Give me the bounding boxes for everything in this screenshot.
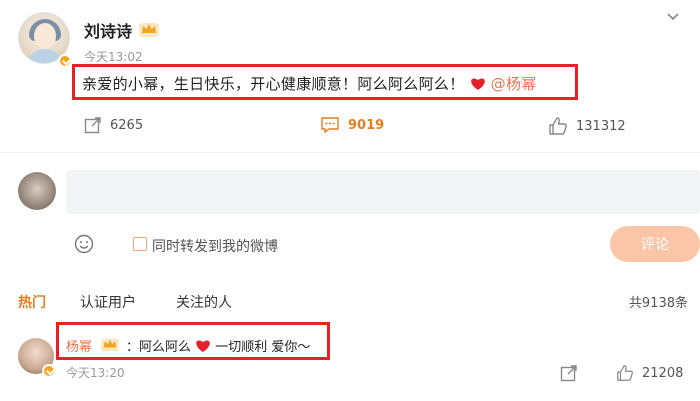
- like-icon: [617, 365, 633, 381]
- comment-count: 9019: [348, 117, 385, 133]
- submit-comment-button[interactable]: 评论: [610, 226, 700, 262]
- more-chevron-icon[interactable]: [666, 12, 680, 22]
- mention-link[interactable]: @杨幂: [491, 75, 537, 93]
- emoji-icon[interactable]: [74, 234, 94, 254]
- tab-following[interactable]: 关注的人: [176, 292, 232, 312]
- repost-button[interactable]: 6265: [84, 116, 143, 134]
- reply-body-start: ：阿么阿么: [126, 340, 192, 355]
- reply-like-count: 21208: [642, 365, 684, 381]
- repost-count: 6265: [110, 117, 144, 133]
- like-button[interactable]: 131312: [548, 116, 626, 136]
- verified-badge-icon: [42, 364, 56, 378]
- divider: [0, 152, 700, 153]
- comment-icon: [321, 117, 339, 134]
- crown-icon: [101, 338, 119, 352]
- tab-verified-users[interactable]: 认证用户: [80, 292, 136, 312]
- reply-share-icon[interactable]: [560, 364, 578, 382]
- post-timestamp: 今天13:02: [84, 50, 143, 64]
- heart-icon: [196, 340, 210, 352]
- verified-badge-icon: [58, 54, 72, 68]
- repost-checkbox[interactable]: [133, 237, 147, 251]
- reply-like-button[interactable]: 21208: [616, 364, 683, 382]
- total-comments: 共9138条: [628, 296, 688, 311]
- repost-icon: [84, 117, 101, 134]
- tab-hot[interactable]: 热门: [18, 292, 46, 312]
- comment-button[interactable]: 9019: [320, 116, 384, 134]
- comment-input[interactable]: [66, 170, 700, 214]
- post-text: 亲爱的小幂，生日快乐，开心健康顺意！阿么阿么阿么！ @杨幂: [82, 73, 537, 94]
- crown-icon: [139, 23, 159, 37]
- post-author-name[interactable]: 刘诗诗: [84, 18, 132, 42]
- like-icon: [549, 117, 567, 135]
- repost-checkbox-label[interactable]: 同时转发到我的微博: [152, 236, 278, 256]
- reply-author-name[interactable]: 杨幂: [66, 336, 92, 355]
- like-count: 131312: [576, 118, 626, 134]
- post-body: 亲爱的小幂，生日快乐，开心健康顺意！阿么阿么阿么！: [82, 75, 465, 93]
- reply-text: ：阿么阿么 一切顺利 爱你～: [126, 336, 310, 355]
- current-user-avatar[interactable]: [18, 172, 56, 210]
- reply-body-end: 一切顺利 爱你～: [215, 340, 311, 355]
- reply-timestamp: 今天13:20: [66, 366, 125, 380]
- heart-icon: [470, 78, 485, 90]
